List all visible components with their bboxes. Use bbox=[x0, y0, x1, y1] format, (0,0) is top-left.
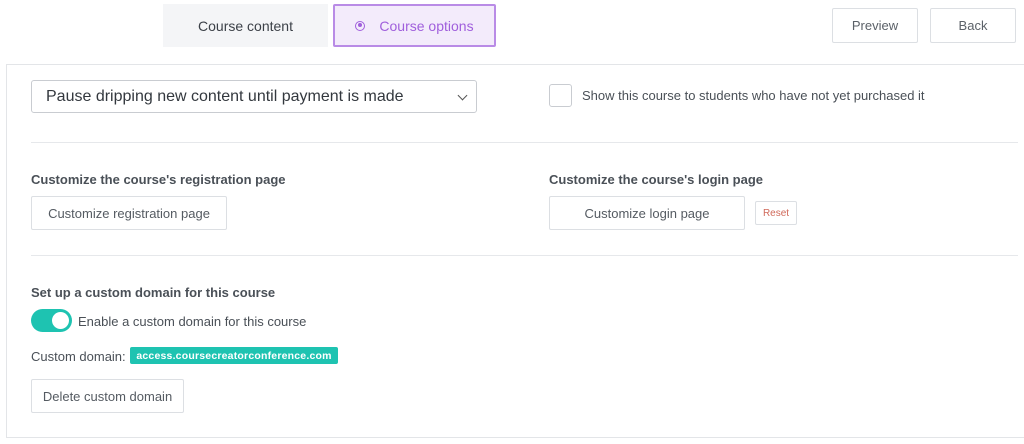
custom-domain-label: Custom domain: bbox=[31, 349, 126, 364]
tab-course-options[interactable]: Course options bbox=[333, 4, 496, 47]
customize-login-button[interactable]: Customize login page bbox=[549, 196, 745, 230]
custom-domain-toggle-label: Enable a custom domain for this course bbox=[78, 314, 307, 329]
show-to-non-purchasers-label: Show this course to students who have no… bbox=[582, 88, 925, 103]
login-page-title: Customize the course's login page bbox=[549, 172, 764, 187]
section-divider bbox=[31, 255, 1018, 256]
reset-login-button[interactable]: Reset bbox=[755, 201, 797, 225]
preview-button[interactable]: Preview bbox=[832, 8, 918, 43]
customize-registration-button[interactable]: Customize registration page bbox=[31, 196, 227, 230]
drip-payment-select[interactable]: Pause dripping new content until payment… bbox=[31, 80, 477, 113]
top-bar: Course content Course options Preview Ba… bbox=[0, 0, 1024, 64]
tab-course-options-label: Course options bbox=[379, 17, 474, 34]
radio-dot-icon bbox=[355, 20, 366, 31]
delete-custom-domain-button[interactable]: Delete custom domain bbox=[31, 379, 184, 413]
custom-domain-toggle[interactable] bbox=[31, 309, 72, 332]
drip-payment-select-value: Pause dripping new content until payment… bbox=[46, 87, 404, 105]
custom-domain-title: Set up a custom domain for this course bbox=[31, 285, 276, 300]
tab-course-content-label: Course content bbox=[198, 17, 293, 34]
custom-domain-value-badge: access.coursecreatorconference.com bbox=[130, 347, 338, 364]
show-to-non-purchasers-checkbox[interactable] bbox=[549, 84, 572, 107]
back-button[interactable]: Back bbox=[930, 8, 1016, 43]
registration-page-title: Customize the course's registration page bbox=[31, 172, 286, 187]
section-divider bbox=[31, 142, 1018, 143]
toggle-knob bbox=[52, 312, 69, 329]
tab-course-content[interactable]: Course content bbox=[163, 4, 328, 47]
chevron-down-icon bbox=[457, 90, 468, 101]
